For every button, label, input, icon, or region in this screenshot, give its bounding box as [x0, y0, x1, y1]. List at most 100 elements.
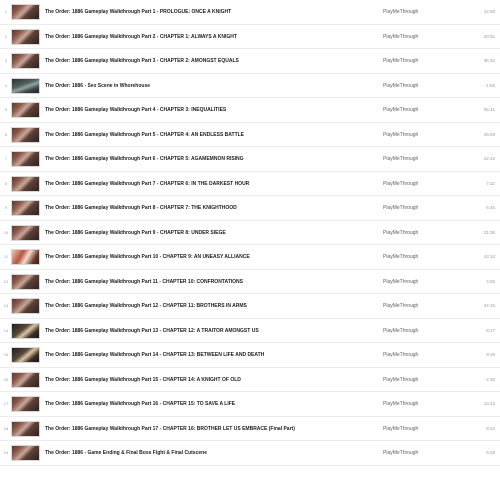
channel-link[interactable]: PlayMeThrough — [383, 392, 463, 416]
video-title-link[interactable]: The Order: 1886 Gameplay Walkthrough Par… — [45, 49, 375, 73]
playlist-row[interactable]: 5 The Order: 1886 Gameplay Walkthrough P… — [0, 98, 500, 123]
playlist-row[interactable]: 4 The Order: 1886 - Sex Scene in Whoreho… — [0, 73, 500, 98]
playlist-row[interactable]: 7 The Order: 1886 Gameplay Walkthrough P… — [0, 147, 500, 172]
video-title-link[interactable]: The Order: 1886 Gameplay Walkthrough Par… — [45, 294, 375, 318]
playlist-row[interactable]: 10 The Order: 1886 Gameplay Walkthrough … — [0, 220, 500, 245]
playlist-row[interactable]: 11 The Order: 1886 Gameplay Walkthrough … — [0, 245, 500, 270]
video-title-link[interactable]: The Order: 1886 Gameplay Walkthrough Par… — [45, 98, 375, 122]
video-duration: 1:56 — [486, 82, 495, 88]
channel-link[interactable]: PlayMeThrough — [383, 417, 463, 441]
row-index: 10 — [3, 229, 9, 235]
playlist-row[interactable]: 2 The Order: 1886 Gameplay Walkthrough P… — [0, 24, 500, 49]
video-title-link[interactable]: The Order: 1886 Gameplay Walkthrough Par… — [45, 245, 375, 269]
row-index: 12 — [3, 278, 9, 284]
channel-link[interactable]: PlayMeThrough — [383, 221, 463, 245]
video-thumbnail[interactable] — [11, 200, 40, 216]
channel-link[interactable]: PlayMeThrough — [383, 172, 463, 196]
row-index: 4 — [4, 82, 8, 88]
video-duration: 21:38 — [483, 229, 495, 235]
video-duration: 26:09 — [483, 131, 495, 137]
video-thumbnail[interactable] — [11, 102, 40, 118]
video-title-link[interactable]: The Order: 1886 - Sex Scene in Whorehous… — [45, 74, 375, 98]
video-duration: 34:16 — [483, 303, 495, 308]
video-thumbnail[interactable] — [11, 420, 40, 437]
video-thumbnail[interactable] — [11, 224, 40, 241]
video-title-link[interactable]: The Order: 1886 Gameplay Walkthrough Par… — [45, 343, 375, 367]
playlist-row[interactable]: 8 The Order: 1886 Gameplay Walkthrough P… — [0, 171, 500, 196]
playlist-row[interactable]: 6 The Order: 1886 Gameplay Walkthrough P… — [0, 122, 500, 147]
video-title-link[interactable]: The Order: 1886 Gameplay Walkthrough Par… — [45, 172, 375, 196]
row-index: 7 — [4, 156, 8, 161]
video-title-link[interactable]: The Order: 1886 Gameplay Walkthrough Par… — [45, 123, 375, 147]
video-thumbnail[interactable] — [11, 298, 40, 314]
playlist-row[interactable]: 13 The Order: 1886 Gameplay Walkthrough … — [0, 294, 500, 319]
playlist-row[interactable]: 18 The Order: 1886 Gameplay Walkthrough … — [0, 416, 500, 441]
video-title-link[interactable]: The Order: 1886 Gameplay Walkthrough Par… — [45, 221, 375, 245]
channel-link[interactable]: PlayMeThrough — [383, 123, 463, 147]
channel-link[interactable]: PlayMeThrough — [383, 368, 463, 392]
video-thumbnail[interactable] — [11, 249, 40, 265]
playlist-row[interactable]: 16 The Order: 1886 Gameplay Walkthrough … — [0, 367, 500, 392]
row-index: 11 — [3, 254, 9, 259]
video-title-link[interactable]: The Order: 1886 Gameplay Walkthrough Par… — [45, 392, 375, 416]
channel-link[interactable]: PlayMeThrough — [383, 319, 463, 343]
row-index: 9 — [4, 205, 8, 210]
channel-link[interactable]: PlayMeThrough — [383, 270, 463, 294]
row-index: 8 — [4, 180, 8, 186]
video-thumbnail[interactable] — [11, 77, 40, 94]
channel-link[interactable]: PlayMeThrough — [383, 196, 463, 220]
video-thumbnail[interactable] — [11, 371, 40, 388]
video-thumbnail[interactable] — [11, 53, 40, 69]
row-index: 13 — [3, 303, 9, 308]
channel-link[interactable]: PlayMeThrough — [383, 74, 463, 98]
row-index: 3 — [4, 58, 8, 63]
playlist-row[interactable]: 9 The Order: 1886 Gameplay Walkthrough P… — [0, 196, 500, 221]
video-title-link[interactable]: The Order: 1886 Gameplay Walkthrough Par… — [45, 0, 375, 24]
video-duration: 8:17 — [486, 327, 495, 333]
playlist-row[interactable]: 12 The Order: 1886 Gameplay Walkthrough … — [0, 269, 500, 294]
playlist-row[interactable]: 15 The Order: 1886 Gameplay Walkthrough … — [0, 343, 500, 368]
video-thumbnail[interactable] — [11, 4, 40, 20]
video-duration: 6:45 — [486, 205, 495, 210]
row-index: 15 — [3, 352, 9, 357]
channel-link[interactable]: PlayMeThrough — [383, 147, 463, 171]
video-thumbnail[interactable] — [11, 445, 40, 461]
video-title-link[interactable]: The Order: 1886 - Game Ending & Final Bo… — [45, 441, 375, 465]
video-duration: 7:32 — [486, 180, 495, 186]
channel-link[interactable]: PlayMeThrough — [383, 245, 463, 269]
channel-link[interactable]: PlayMeThrough — [383, 441, 463, 465]
video-title-link[interactable]: The Order: 1886 Gameplay Walkthrough Par… — [45, 147, 375, 171]
video-duration: 55:41 — [483, 107, 495, 112]
playlist-row[interactable]: 1 The Order: 1886 Gameplay Walkthrough P… — [0, 0, 500, 25]
channel-link[interactable]: PlayMeThrough — [383, 98, 463, 122]
playlist-row[interactable]: 19 The Order: 1886 - Game Ending & Final… — [0, 441, 500, 466]
video-thumbnail[interactable] — [11, 396, 40, 412]
video-duration: 12:58 — [483, 9, 495, 14]
video-thumbnail[interactable] — [11, 347, 40, 363]
video-title-link[interactable]: The Order: 1886 Gameplay Walkthrough Par… — [45, 368, 375, 392]
video-title-link[interactable]: The Order: 1886 Gameplay Walkthrough Par… — [45, 270, 375, 294]
channel-link[interactable]: PlayMeThrough — [383, 49, 463, 73]
playlist-row[interactable]: 3 The Order: 1886 Gameplay Walkthrough P… — [0, 49, 500, 74]
channel-link[interactable]: PlayMeThrough — [383, 0, 463, 24]
video-duration: 4:08 — [486, 278, 495, 284]
video-duration: 2:35 — [486, 376, 495, 382]
video-thumbnail[interactable] — [11, 126, 40, 143]
video-title-link[interactable]: The Order: 1886 Gameplay Walkthrough Par… — [45, 25, 375, 49]
row-index: 18 — [3, 425, 9, 431]
playlist-row[interactable]: 17 The Order: 1886 Gameplay Walkthrough … — [0, 392, 500, 417]
channel-link[interactable]: PlayMeThrough — [383, 343, 463, 367]
video-duration: 20:01 — [483, 33, 495, 39]
video-title-link[interactable]: The Order: 1886 Gameplay Walkthrough Par… — [45, 196, 375, 220]
video-thumbnail[interactable] — [11, 322, 40, 339]
video-thumbnail[interactable] — [11, 273, 40, 290]
video-duration: 35:33 — [483, 58, 495, 63]
channel-link[interactable]: PlayMeThrough — [383, 25, 463, 49]
video-thumbnail[interactable] — [11, 28, 40, 45]
video-thumbnail[interactable] — [11, 175, 40, 192]
channel-link[interactable]: PlayMeThrough — [383, 294, 463, 318]
video-title-link[interactable]: The Order: 1886 Gameplay Walkthrough Par… — [45, 319, 375, 343]
playlist-row[interactable]: 14 The Order: 1886 Gameplay Walkthrough … — [0, 318, 500, 343]
video-thumbnail[interactable] — [11, 151, 40, 167]
video-title-link[interactable]: The Order: 1886 Gameplay Walkthrough Par… — [45, 417, 375, 441]
